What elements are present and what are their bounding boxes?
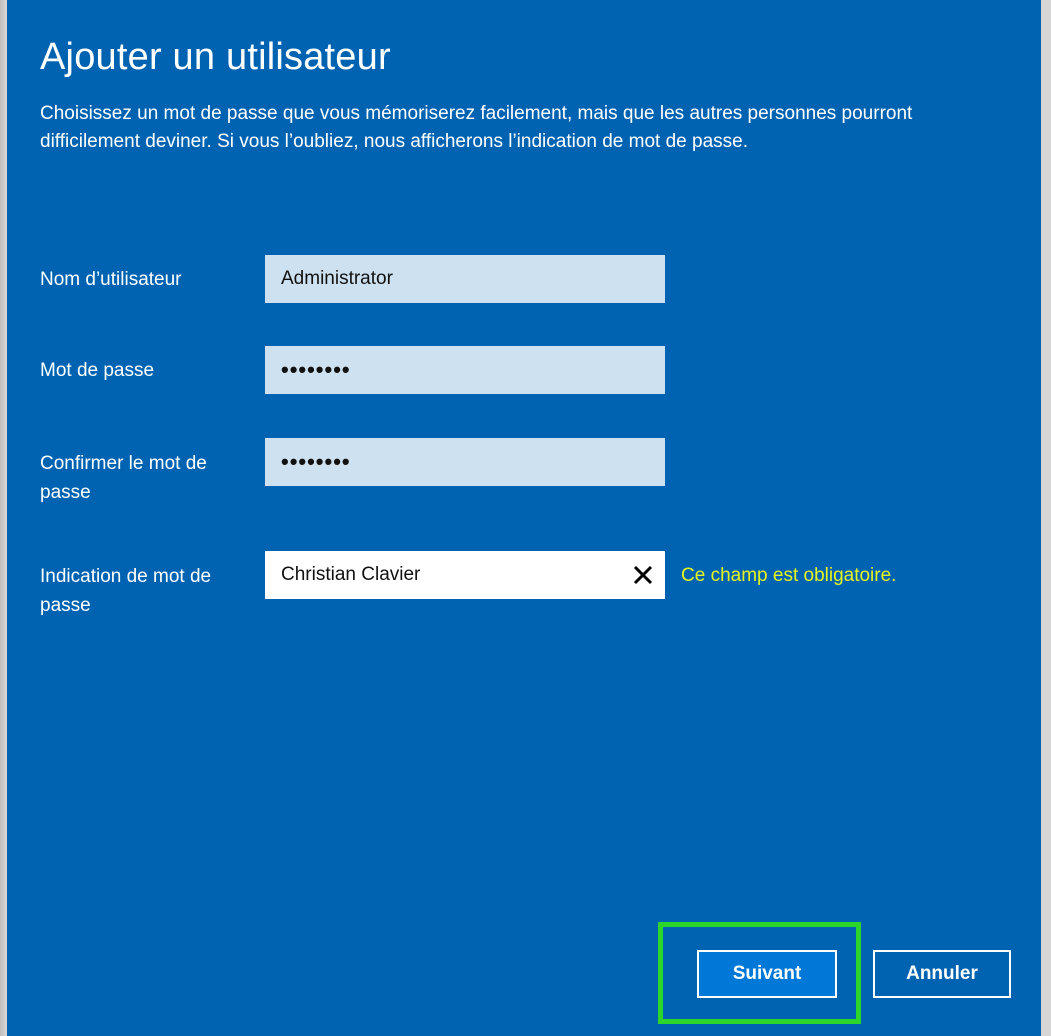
username-field[interactable]: Administrator	[265, 255, 665, 303]
screen: Ajouter un utilisateur Choisissez un mot…	[0, 0, 1051, 1036]
background-window-edge-right	[1041, 0, 1051, 1036]
hint-required-error: Ce champ est obligatoire.	[681, 565, 897, 586]
password-field[interactable]: ••••••••	[265, 346, 665, 394]
cancel-button[interactable]: Annuler	[873, 950, 1011, 998]
dialog-description: Choisissez un mot de passe que vous mémo…	[40, 103, 913, 152]
confirm-password-field[interactable]: ••••••••	[265, 438, 665, 486]
add-user-dialog: Ajouter un utilisateur Choisissez un mot…	[7, 0, 1041, 1036]
password-hint-field[interactable]: Christian Clavier	[265, 551, 665, 599]
next-button[interactable]: Suivant	[697, 950, 837, 998]
username-label: Nom d’utilisateur	[40, 269, 182, 290]
background-window-edge	[0, 0, 7, 1036]
close-icon[interactable]	[631, 563, 655, 587]
password-hint-value: Christian Clavier	[281, 564, 421, 585]
confirm-password-label: Confirmer le mot de passe	[40, 453, 207, 503]
password-label: Mot de passe	[40, 360, 155, 381]
dialog-title: Ajouter un utilisateur	[40, 36, 391, 78]
password-hint-label: Indication de mot de passe	[40, 566, 212, 616]
